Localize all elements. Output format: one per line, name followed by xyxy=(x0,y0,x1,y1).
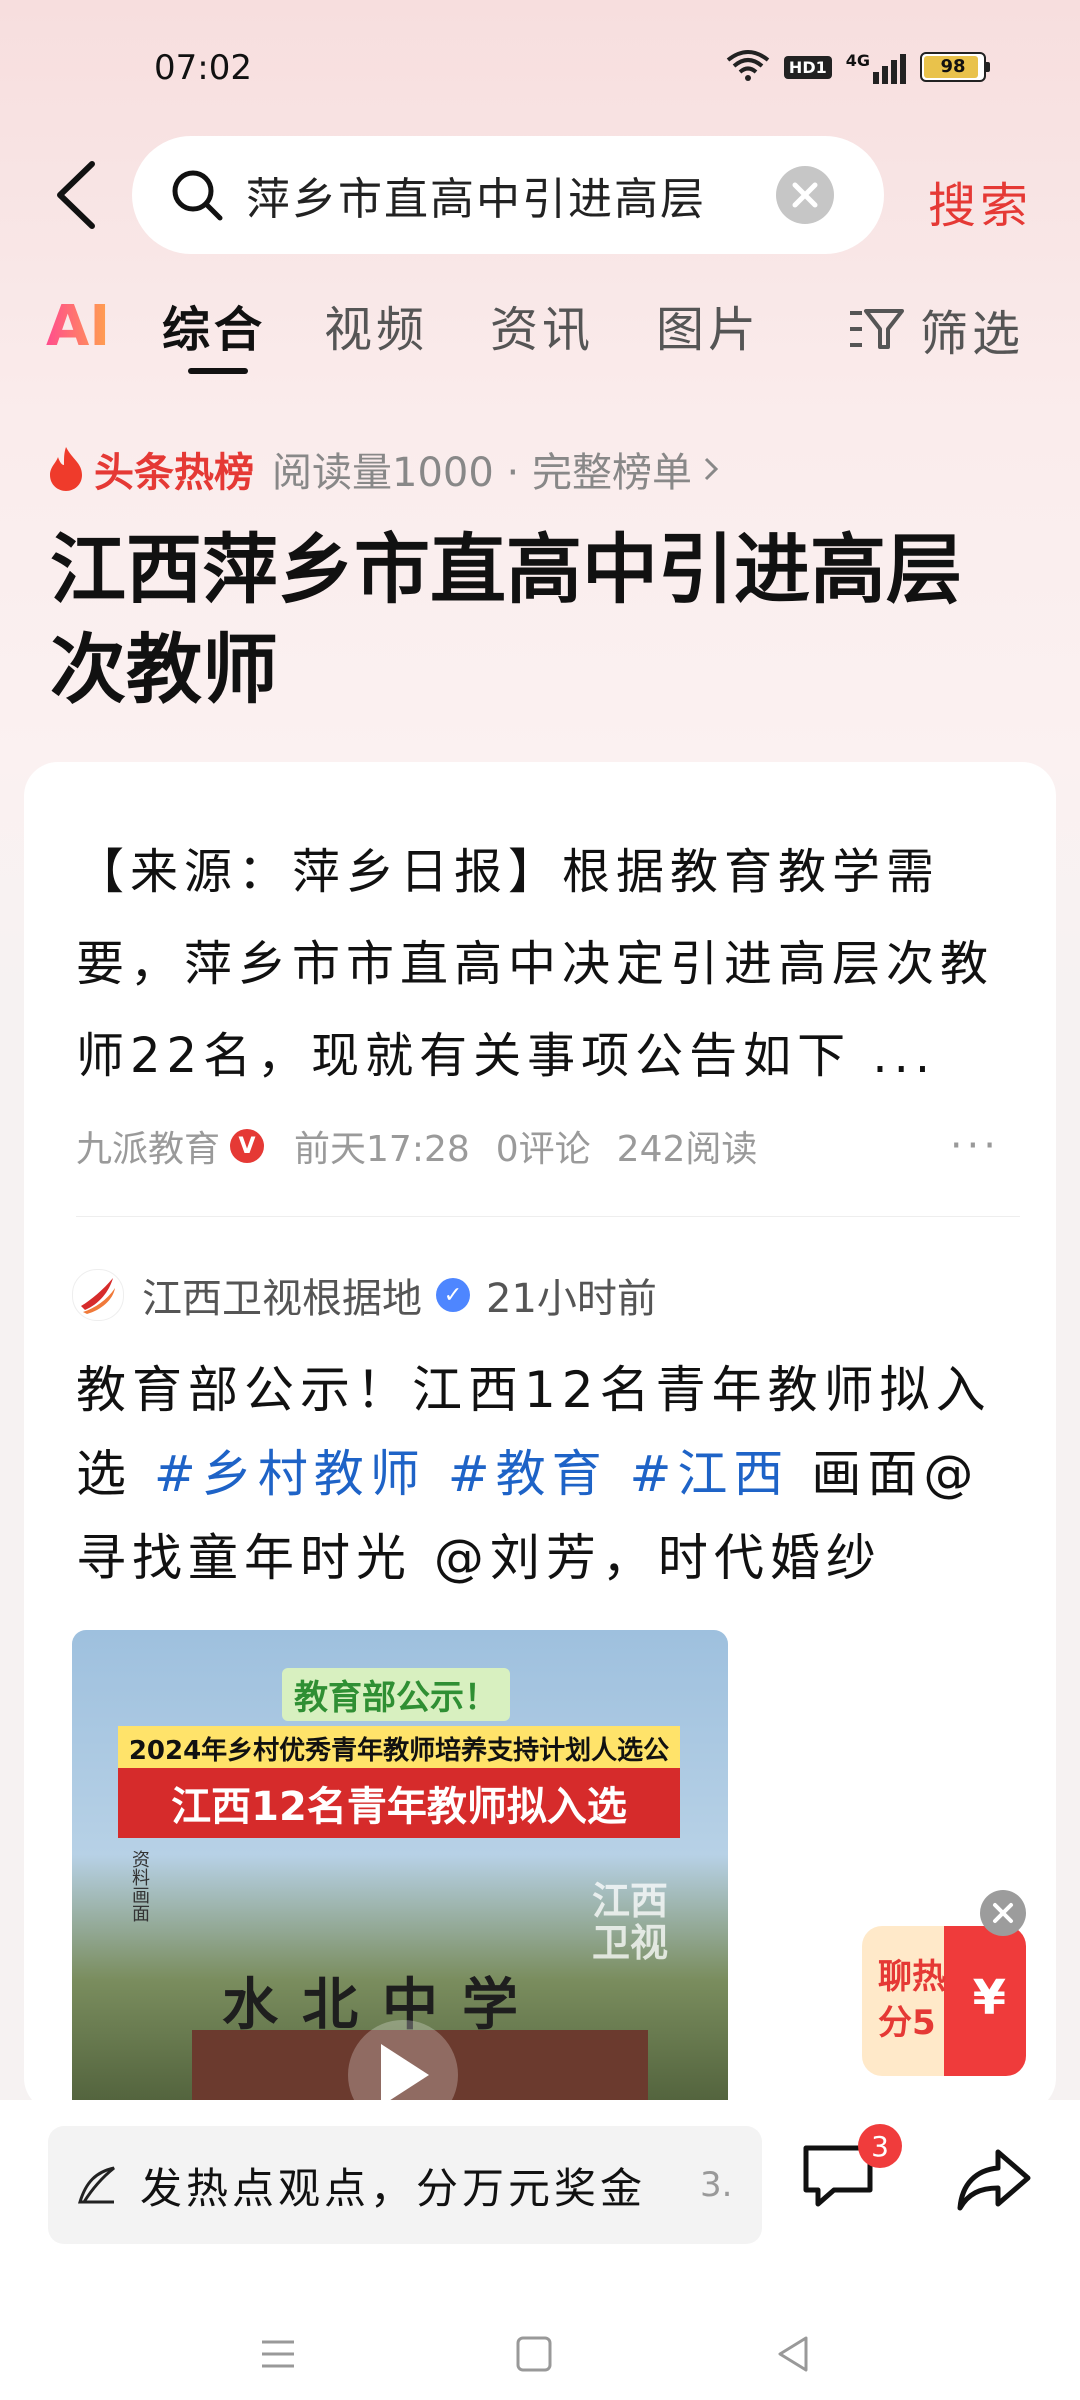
divider xyxy=(76,1216,1020,1217)
menu-button[interactable] xyxy=(248,2324,308,2384)
hot-topic-title[interactable]: 江西萍乡市直高中引进高层次教师 xyxy=(50,520,1010,720)
back-icon xyxy=(57,161,95,229)
result-1-reads: 242阅读 xyxy=(616,1129,758,1170)
battery-icon: 98 xyxy=(920,52,990,82)
comment-input[interactable]: 发热点观点，分万元奖金 3. xyxy=(48,2126,762,2244)
search-box[interactable]: 萍乡市直高中引进高层 xyxy=(132,136,884,254)
search-input[interactable]: 萍乡市直高中引进高层 xyxy=(246,163,756,227)
share-icon xyxy=(957,2149,1031,2211)
hashtag-jiangxi[interactable]: #江西 xyxy=(630,1445,790,1503)
clear-icon xyxy=(792,182,818,208)
signal-icon: 4G xyxy=(846,51,906,84)
search-button[interactable]: 搜索 xyxy=(928,166,1032,236)
wifi-icon xyxy=(726,48,770,86)
video-thumbnail[interactable]: 教育部公示！ 2024年乡村优秀青年教师培养支持计划人选公示 江西12名青年教师… xyxy=(72,1630,728,2112)
hashtag-rural-teacher[interactable]: #乡村教师 xyxy=(154,1445,426,1503)
video-banner-title: 江西12名青年教师拟入选 xyxy=(118,1768,680,1838)
fire-icon xyxy=(50,447,82,491)
result-1-comments: 0评论 xyxy=(495,1129,591,1170)
active-tab-underline xyxy=(188,368,248,374)
video-side-note: 资料画面 xyxy=(129,1850,150,1922)
hot-list-link[interactable]: 头条热榜 阅读量1000 · 完整榜单 xyxy=(46,440,722,498)
pen-icon xyxy=(77,2166,115,2204)
promo-currency: ¥ xyxy=(972,1970,1006,2026)
verified-blue-icon: ✓ xyxy=(436,1278,470,1312)
filter-label: 筛选 xyxy=(919,306,1024,362)
promo-line-2: 分5 xyxy=(878,2003,936,2043)
comment-placeholder: 发热点观点，分万元奖金 xyxy=(140,2163,647,2213)
result-1-source[interactable]: 九派教育 xyxy=(76,1120,220,1172)
video-watermark: 江西 卫视 xyxy=(592,1880,668,1964)
home-button[interactable] xyxy=(504,2324,564,2384)
network-label: 4G xyxy=(845,50,870,70)
promo-line-1: 聊热 xyxy=(878,1957,946,1997)
status-time: 07:02 xyxy=(154,48,252,88)
comment-trailing: 3. xyxy=(700,2165,733,2205)
watermark-line-1: 江西 xyxy=(591,1879,668,1923)
result-1-time: 前天17:28 xyxy=(294,1129,470,1170)
back-button[interactable] xyxy=(40,160,110,230)
hot-list-label: 头条热榜 xyxy=(94,450,254,496)
hot-list-meta: 阅读量1000 · 完整榜单 xyxy=(272,450,692,496)
result-1-meta: 九派教育 V 前天17:28 0评论 242阅读 ··· xyxy=(76,1120,1036,1172)
promo-widget[interactable]: 聊热 分5 ¥ xyxy=(862,1890,1026,2080)
tab-news[interactable]: 资讯 xyxy=(490,290,594,360)
more-icon[interactable]: ··· xyxy=(950,1123,1000,1169)
watermark-line-2: 卫视 xyxy=(591,1921,668,1965)
back-triangle-icon xyxy=(778,2336,808,2372)
comments-badge: 3 xyxy=(858,2124,902,2168)
tab-video[interactable]: 视频 xyxy=(324,290,428,360)
share-button[interactable] xyxy=(956,2144,1036,2224)
filter-button[interactable]: 筛选 xyxy=(848,294,1024,364)
clear-button[interactable] xyxy=(776,166,834,224)
video-banner-headline: 教育部公示！ xyxy=(282,1668,510,1721)
search-icon xyxy=(170,168,224,222)
result-2-header: 江西卫视根据地 ✓ 21小时前 xyxy=(72,1266,657,1324)
bottom-bar: 发热点观点，分万元奖金 3. 3 xyxy=(0,2100,1080,2400)
close-icon xyxy=(993,1903,1013,1923)
promo-card[interactable]: 聊热 分5 ¥ xyxy=(862,1926,1026,2076)
result-2-text[interactable]: 教育部公示！江西12名青年教师拟入选 #乡村教师 #教育 #江西 画面@寻找童年… xyxy=(76,1348,1006,1600)
result-2-source[interactable]: 江西卫视根据地 xyxy=(142,1266,422,1324)
battery-level: 98 xyxy=(940,56,966,77)
status-icons: HD1 4G 98 xyxy=(726,48,990,86)
promo-close-button[interactable] xyxy=(980,1890,1026,1936)
chevron-right-icon xyxy=(704,457,719,481)
system-nav-bar xyxy=(0,2314,1080,2394)
system-back-button[interactable] xyxy=(764,2324,824,2384)
hd-badge: HD1 xyxy=(783,55,832,79)
promo-text: 聊热 分5 xyxy=(878,1954,946,2046)
home-icon xyxy=(516,2336,552,2372)
result-1-snippet[interactable]: 【来源：萍乡日报】根据教育教学需要，萍乡市市直高中决定引进高层次教师22名，现就… xyxy=(76,826,996,1102)
filter-icon xyxy=(849,309,904,349)
verified-badge-icon: V xyxy=(230,1129,265,1163)
avatar[interactable] xyxy=(72,1269,124,1321)
result-2-time: 21小时前 xyxy=(486,1276,657,1322)
hashtag-education[interactable]: #教育 xyxy=(448,1445,608,1503)
tab-images[interactable]: 图片 xyxy=(656,290,760,360)
menu-icon xyxy=(262,2340,294,2368)
tab-comprehensive[interactable]: 综合 xyxy=(162,290,266,360)
comments-button[interactable]: 3 xyxy=(800,2124,902,2220)
